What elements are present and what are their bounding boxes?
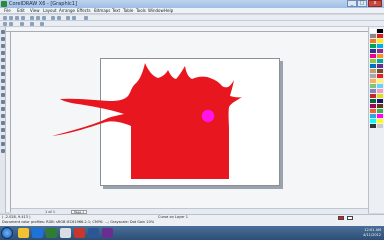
palette-swatch[interactable] [377,109,383,113]
taskbar: 12:01 AM 4/11/2012 [0,226,384,240]
start-button[interactable] [1,227,13,239]
fill-indicator[interactable] [338,216,344,220]
palette-swatch[interactable] [370,79,376,83]
palette-swatch[interactable] [377,54,383,58]
palette-swatch[interactable] [370,124,376,128]
palette-swatch[interactable] [377,104,383,108]
palette-swatch[interactable] [370,74,376,78]
palette-swatch[interactable] [377,124,383,128]
palette-swatch[interactable] [370,94,376,98]
palette-swatch[interactable] [377,34,383,38]
palette-swatch[interactable] [377,94,383,98]
app-taskbar-icon[interactable] [74,228,85,238]
palette-swatch[interactable] [377,44,383,48]
palette-swatch[interactable] [370,84,376,88]
palette-swatch[interactable] [370,49,376,53]
app2-taskbar-icon[interactable] [102,228,113,238]
palette-swatch[interactable] [377,84,383,88]
palette-swatch[interactable] [377,69,383,73]
palette-swatch[interactable] [370,44,376,48]
palette-swatch[interactable] [370,99,376,103]
clock-date[interactable]: 4/11/2012 [363,233,381,238]
color-profile-info[interactable]: Document color profiles: RGB: sRGB IEC61… [2,220,154,225]
palette-swatch[interactable] [377,59,383,63]
coreldraw-taskbar-icon[interactable] [60,228,71,238]
magenta-circle[interactable] [200,108,216,124]
palette-swatch[interactable] [370,104,376,108]
palette-swatch[interactable] [370,109,376,113]
palette-swatch[interactable] [377,99,383,103]
palette-swatch[interactable] [377,49,383,53]
word-taskbar-icon[interactable] [88,228,99,238]
explorer-taskbar-icon[interactable] [18,228,29,238]
status-bar: ( -2.028, 9.413 ) Curve on Layer 1 Docum… [0,214,384,226]
palette-swatch[interactable] [370,119,376,123]
palette-swatch[interactable] [377,74,383,78]
outline-indicator[interactable] [347,216,353,220]
palette-swatch[interactable] [370,29,376,33]
artwork-layer [52,63,242,179]
ie-taskbar-icon[interactable] [32,228,43,238]
palette-swatch[interactable] [370,39,376,43]
palette-swatch[interactable] [370,64,376,68]
palette-swatch[interactable] [377,89,383,93]
palette-swatch[interactable] [377,39,383,43]
media-taskbar-icon[interactable] [46,228,57,238]
palette-swatch[interactable] [370,89,376,93]
palette-swatch[interactable] [377,79,383,83]
palette-swatch[interactable] [377,114,383,118]
palette-swatch[interactable] [370,59,376,63]
palette-swatch[interactable] [377,119,383,123]
palette-swatch[interactable] [370,114,376,118]
color-palette [368,27,384,213]
palette-swatch[interactable] [377,29,383,33]
palette-swatch[interactable] [377,64,383,68]
selection-info: Curve on Layer 1 [158,215,189,219]
palette-swatch[interactable] [370,34,376,38]
palette-swatch[interactable] [370,69,376,73]
palette-swatch[interactable] [370,54,376,58]
